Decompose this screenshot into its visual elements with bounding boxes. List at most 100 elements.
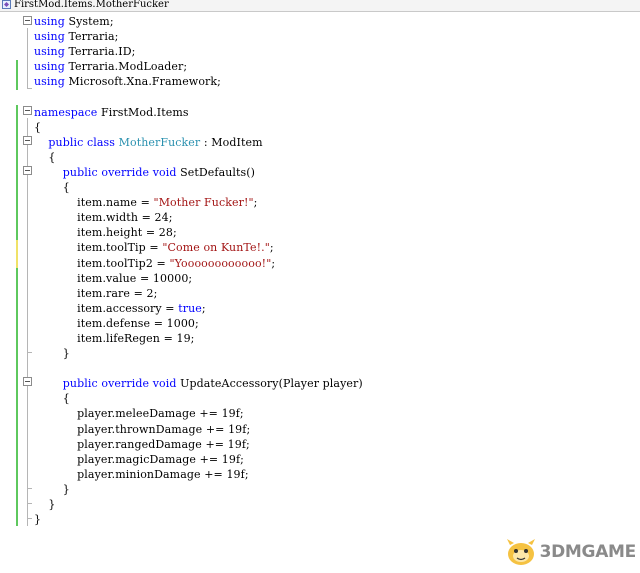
code-token: { xyxy=(34,120,42,134)
outline-end-tick xyxy=(27,88,32,89)
change-marker xyxy=(16,105,18,240)
code-line[interactable]: public class MotherFucker : ModItem xyxy=(34,135,363,150)
code-line[interactable]: item.lifeRegen = 19; xyxy=(34,331,363,346)
code-token: override xyxy=(101,165,150,179)
code-line[interactable]: player.minionDamage += 19f; xyxy=(34,467,363,482)
watermark: 3DMGAME xyxy=(504,537,636,567)
code-token: item.rare = 2; xyxy=(34,286,158,300)
code-line[interactable]: using Terraria.ID; xyxy=(34,44,363,59)
code-editor[interactable]: using System; using Terraria; using Terrar… xyxy=(34,14,363,527)
collapse-namespace-button[interactable] xyxy=(23,106,32,115)
code-line[interactable]: item.toolTip = "Come on KunTe!."; xyxy=(34,240,363,255)
code-line[interactable]: { xyxy=(34,391,363,406)
csharp-file-icon xyxy=(2,0,11,9)
collapse-class-button[interactable] xyxy=(23,136,32,145)
code-line[interactable]: } xyxy=(34,346,363,361)
code-token: ; xyxy=(271,256,276,270)
outline-end-tick xyxy=(27,518,32,519)
collapse-method-button[interactable] xyxy=(23,166,32,175)
watermark-text: 3DMGAME xyxy=(539,542,637,562)
code-token: item.width = 24; xyxy=(34,211,173,225)
code-token: item.defense = 1000; xyxy=(34,316,199,330)
code-line[interactable]: { xyxy=(34,150,363,165)
code-token: ; xyxy=(201,301,206,315)
change-marker xyxy=(16,60,18,90)
code-line[interactable]: } xyxy=(34,497,363,512)
code-token: Terraria.ID; xyxy=(64,45,136,59)
code-token: item.toolTip = xyxy=(34,241,163,255)
outline-end-tick xyxy=(27,503,32,504)
code-line[interactable]: } xyxy=(34,512,363,527)
code-token: ; xyxy=(269,241,274,255)
code-token: item.accessory = xyxy=(34,301,179,315)
code-line[interactable]: item.rare = 2; xyxy=(34,286,363,301)
code-line[interactable]: player.meleeDamage += 19f; xyxy=(34,406,363,421)
document-tab[interactable]: FirstMod.Items.MotherFucker xyxy=(2,0,169,11)
code-token: UpdateAccessory(Player player) xyxy=(176,377,363,391)
code-line[interactable]: player.thrownDamage += 19f; xyxy=(34,422,363,437)
code-token: { xyxy=(34,392,70,406)
code-token: using xyxy=(34,60,65,74)
code-token: item.value = 10000; xyxy=(34,271,193,285)
code-line[interactable]: using Terraria.ModLoader; xyxy=(34,59,363,74)
code-token: : ModItem xyxy=(200,135,263,149)
code-token: void xyxy=(152,165,177,179)
code-token: { xyxy=(34,181,70,195)
code-token: "Yoooooooooooo!" xyxy=(169,256,272,270)
code-line[interactable]: { xyxy=(34,180,363,195)
code-token: true xyxy=(178,301,202,315)
change-marker xyxy=(16,240,18,268)
code-line[interactable]: public override void SetDefaults() xyxy=(34,165,363,180)
code-token: } xyxy=(34,347,70,361)
code-token: player.rangedDamage += 19f; xyxy=(34,437,250,451)
code-token: using xyxy=(34,45,65,59)
code-token: } xyxy=(34,498,56,511)
code-token: Terraria; xyxy=(64,30,119,44)
code-token: player.meleeDamage += 19f; xyxy=(34,407,244,421)
code-line[interactable]: item.width = 24; xyxy=(34,210,363,225)
code-line[interactable] xyxy=(34,361,363,376)
code-line[interactable]: player.magicDamage += 19f; xyxy=(34,452,363,467)
code-line[interactable]: item.toolTip2 = "Yoooooooooooo!"; xyxy=(34,256,363,271)
code-token: item.toolTip2 = xyxy=(34,256,170,270)
code-line[interactable] xyxy=(34,89,363,104)
collapse-method-button[interactable] xyxy=(23,377,32,386)
code-line[interactable]: using System; xyxy=(34,14,363,29)
code-token: "Mother Fucker!" xyxy=(153,196,254,210)
code-token: item.lifeRegen = 19; xyxy=(34,331,195,345)
code-token: void xyxy=(152,377,177,391)
code-token: SetDefaults() xyxy=(176,165,256,179)
code-token: } xyxy=(34,513,42,527)
code-line[interactable]: item.name = "Mother Fucker!"; xyxy=(34,195,363,210)
code-token: public xyxy=(34,135,84,149)
outline-guide xyxy=(27,28,28,88)
code-token: using xyxy=(34,30,65,44)
document-tab-bar: FirstMod.Items.MotherFucker xyxy=(0,0,640,12)
code-token: ; xyxy=(253,196,258,210)
collapse-using-button[interactable] xyxy=(23,16,32,25)
code-line[interactable]: namespace FirstMod.Items xyxy=(34,105,363,120)
code-token: player.magicDamage += 19f; xyxy=(34,452,244,466)
code-line[interactable]: item.height = 28; xyxy=(34,225,363,240)
code-line[interactable]: using Microsoft.Xna.Framework; xyxy=(34,74,363,89)
code-line[interactable]: } xyxy=(34,482,363,497)
code-token: System; xyxy=(64,15,114,28)
code-line[interactable]: item.defense = 1000; xyxy=(34,316,363,331)
code-token: "Come on KunTe!." xyxy=(162,241,270,255)
code-line[interactable]: item.value = 10000; xyxy=(34,271,363,286)
change-marker xyxy=(16,268,18,526)
code-token: { xyxy=(34,150,56,164)
code-token: namespace xyxy=(34,105,98,119)
code-line[interactable]: item.accessory = true; xyxy=(34,301,363,316)
code-token: FirstMod.Items xyxy=(97,105,189,119)
code-token: using xyxy=(34,75,65,89)
code-line[interactable]: using Terraria; xyxy=(34,29,363,44)
code-token: using xyxy=(34,15,65,28)
code-line[interactable]: { xyxy=(34,120,363,135)
code-token: public xyxy=(34,165,98,179)
code-line[interactable]: public override void UpdateAccessory(Pla… xyxy=(34,376,363,391)
code-line[interactable]: player.rangedDamage += 19f; xyxy=(34,437,363,452)
mascot-logo-icon xyxy=(506,539,535,565)
code-token: player.thrownDamage += 19f; xyxy=(34,422,251,436)
code-token: Microsoft.Xna.Framework; xyxy=(64,75,221,89)
